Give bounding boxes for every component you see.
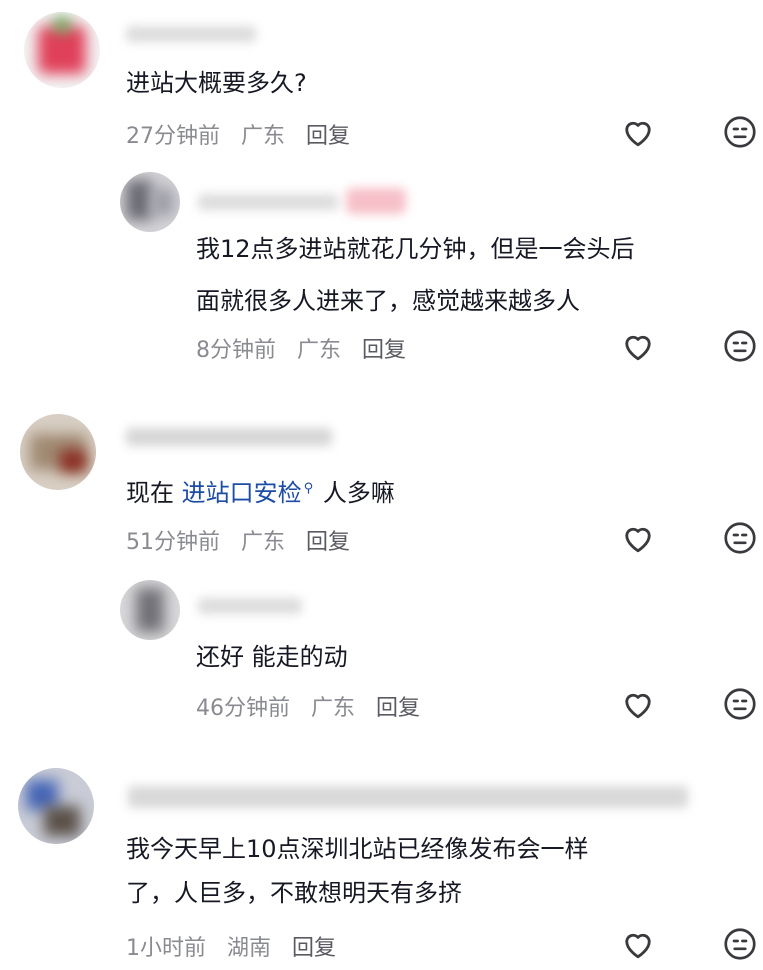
search-icon[interactable]: ⚲ — [304, 481, 314, 496]
reply-meta: 46分钟前 广东 回复 — [196, 690, 434, 722]
reply-location: 广东 — [311, 696, 356, 721]
avatar[interactable] — [120, 172, 180, 232]
comment-text: 现在 进站口安检 ⚲ 人多嘛 — [126, 472, 395, 510]
comment-meta: 27分钟前 广东 回复 — [126, 118, 364, 150]
comment-text-line-2: 了，人巨多，不敢想明天有多挤 — [126, 879, 462, 907]
topic-link[interactable]: 进站口安检 — [182, 479, 302, 507]
comment-text: 进站大概要多久? — [126, 69, 307, 97]
neutral-face-icon[interactable] — [722, 926, 758, 962]
reply-button[interactable]: 回复 — [362, 338, 406, 363]
neutral-face-icon[interactable] — [722, 114, 758, 150]
comment-3: 我今天早上10点深圳北站已经像发布会一样 了，人巨多，不敢想明天有多挤 1小时前… — [0, 760, 763, 970]
reply-location: 广东 — [297, 338, 342, 363]
comment-text-suffix: 人多嘛 — [322, 479, 395, 507]
comment-location: 湖南 — [227, 936, 272, 961]
comment-1: 进站大概要多久? 27分钟前 广东 回复 — [0, 0, 763, 160]
username-blurred[interactable] — [128, 786, 688, 808]
username-blurred[interactable] — [126, 428, 332, 446]
reply-button[interactable]: 回复 — [306, 530, 350, 555]
comment-text-prefix: 现在 — [126, 479, 174, 507]
reply-comment-1: 我12点多进站就花几分钟，但是一会头后 面就很多人进来了，感觉越来越多人 8分钟… — [0, 160, 763, 370]
reply-text-line-1: 我12点多进站就花几分钟，但是一会头后 — [196, 235, 635, 263]
reply-button[interactable]: 回复 — [292, 936, 336, 961]
neutral-face-icon[interactable] — [722, 686, 758, 722]
avatar[interactable] — [18, 768, 94, 844]
reply-button[interactable]: 回复 — [376, 696, 420, 721]
avatar[interactable] — [24, 12, 100, 88]
comment-time: 51分钟前 — [126, 530, 220, 555]
comment-time: 1小时前 — [126, 936, 206, 961]
neutral-face-icon[interactable] — [722, 328, 758, 364]
heart-outline-icon[interactable] — [620, 328, 656, 364]
reply-meta: 8分钟前 广东 回复 — [196, 332, 420, 364]
comment-2: 现在 进站口安检 ⚲ 人多嘛 51分钟前 广东 回复 — [0, 400, 763, 560]
reply-button[interactable]: 回复 — [306, 124, 350, 149]
username-blurred[interactable] — [126, 26, 256, 42]
heart-outline-icon[interactable] — [620, 114, 656, 150]
comment-time: 27分钟前 — [126, 124, 220, 149]
reply-time: 8分钟前 — [196, 338, 276, 363]
comment-location: 广东 — [241, 530, 286, 555]
neutral-face-icon[interactable] — [722, 520, 758, 556]
reply-text: 还好 能走的动 — [196, 643, 348, 671]
heart-outline-icon[interactable] — [620, 686, 656, 722]
user-badge-blurred — [346, 188, 406, 214]
comment-meta: 51分钟前 广东 回复 — [126, 524, 364, 556]
avatar[interactable] — [120, 580, 180, 640]
reply-text-line-2: 面就很多人进来了，感觉越来越多人 — [196, 287, 580, 315]
avatar[interactable] — [20, 414, 96, 490]
username-blurred[interactable] — [198, 194, 338, 210]
heart-outline-icon[interactable] — [620, 926, 656, 962]
comment-text-line-1: 我今天早上10点深圳北站已经像发布会一样 — [126, 835, 589, 863]
username-blurred[interactable] — [198, 598, 302, 614]
heart-outline-icon[interactable] — [620, 520, 656, 556]
comment-location: 广东 — [241, 124, 286, 149]
reply-comment-2: 还好 能走的动 46分钟前 广东 回复 — [0, 570, 763, 740]
comment-meta: 1小时前 湖南 回复 — [126, 930, 350, 962]
reply-time: 46分钟前 — [196, 696, 290, 721]
